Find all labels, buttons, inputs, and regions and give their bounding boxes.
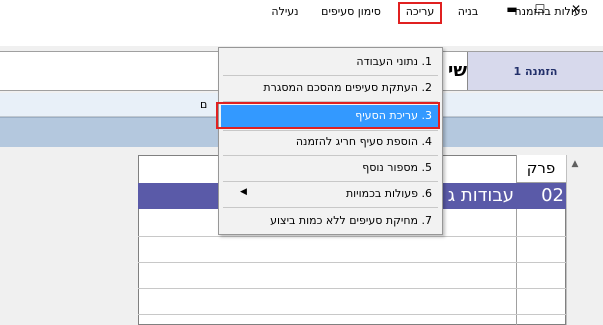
tab-order-1[interactable]: הזמנה 1	[467, 52, 603, 90]
info-text: ם	[200, 98, 208, 111]
menu-item-copy-from-framework[interactable]: 2. העתקת סעיפים מהסכם המסגרת	[221, 77, 440, 99]
grid-column-divider	[516, 155, 517, 325]
menu-separator	[223, 181, 438, 182]
menu-separator	[223, 75, 438, 76]
menu-separator	[223, 207, 438, 208]
edit-menu-dropdown: 1. נתוני העבודה 2. העתקת סעיפים מהסכם המ…	[218, 47, 443, 235]
table-row[interactable]	[138, 262, 566, 263]
menu-build[interactable]: בניה	[450, 4, 486, 22]
menu-bar	[0, 22, 603, 46]
menu-order-actions[interactable]: פעולות בהזמנה	[502, 4, 600, 22]
menu-item-quantity-actions[interactable]: 6. פעולות בכמויות	[221, 183, 440, 205]
scroll-up-icon[interactable]: ▲	[567, 156, 583, 172]
highlight-box	[216, 102, 440, 129]
table-row[interactable]	[138, 314, 566, 315]
cell-description: עבודות ג	[447, 185, 514, 206]
grid-scrollbar[interactable]	[566, 155, 583, 325]
menu-item-add-exceptional[interactable]: 4. הוספת סעיף חריג להזמנה	[221, 131, 440, 153]
menu-separator	[223, 155, 438, 156]
left-panel	[0, 147, 138, 325]
column-header-chapter[interactable]: פרק	[516, 155, 566, 183]
table-row[interactable]	[138, 236, 566, 237]
submenu-arrow-icon: ◀	[240, 187, 247, 197]
menu-item-job-details[interactable]: 1. נתוני העבודה	[221, 51, 440, 73]
cell-chapter: 02	[541, 185, 564, 206]
menu-mark-items[interactable]: סימון סעיפים	[310, 4, 392, 22]
menu-item-delete-no-quantity[interactable]: 7. מחיקת סעיפים ללא כמות ביצוע	[221, 210, 440, 232]
table-row[interactable]	[138, 288, 566, 289]
menu-item-extra-numbering[interactable]: 5. מספור נוסף	[221, 157, 440, 179]
menu-lock[interactable]: נעילה	[265, 4, 305, 22]
menu-edit[interactable]: עריכה	[398, 2, 442, 24]
